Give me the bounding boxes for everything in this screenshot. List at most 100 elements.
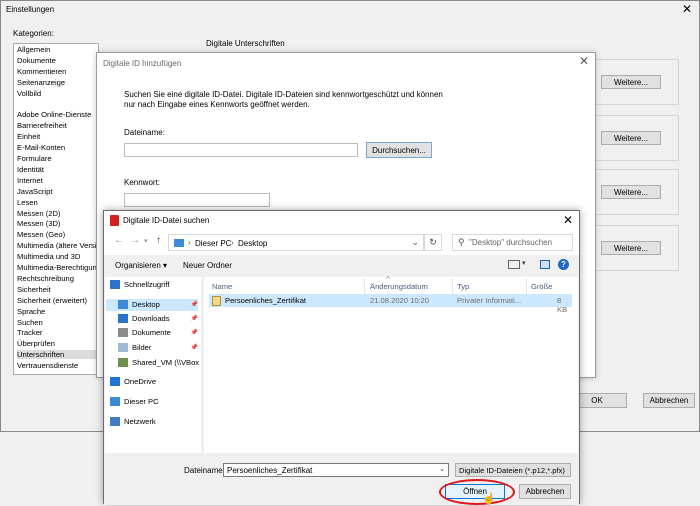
category-item[interactable]: Vollbild <box>17 89 41 98</box>
column-divider[interactable] <box>452 278 453 294</box>
file-open-dialog: Digitale ID-Datei suchen ✕ ← → ▾ ↑ › Die… <box>103 210 580 505</box>
chevron-down-icon[interactable]: ▾ <box>522 259 526 267</box>
search-input[interactable]: ⚲ "Desktop" durchsuchen <box>452 234 573 251</box>
nav-item[interactable]: Downloads <box>118 314 170 323</box>
column-header-type[interactable]: Typ <box>457 282 469 291</box>
category-item[interactable]: Multimedia-Berechtigungen <box>17 263 98 272</box>
nav-item[interactable]: Shared_VM (\\VBox <box>118 358 199 367</box>
category-item[interactable]: Überprüfen <box>17 339 55 348</box>
organize-button[interactable]: Organisieren ▾ <box>115 261 167 270</box>
nav-item[interactable]: Netzwerk <box>110 417 156 426</box>
column-divider[interactable] <box>364 278 365 294</box>
category-item[interactable]: Internet <box>17 176 43 185</box>
nav-item[interactable]: Bilder <box>118 343 151 352</box>
up-icon[interactable]: ↑ <box>156 235 161 246</box>
help-icon[interactable]: ? <box>558 259 569 270</box>
category-item[interactable]: Messen (Geo) <box>17 230 65 239</box>
category-item[interactable]: Sicherheit <box>17 285 51 294</box>
new-folder-button[interactable]: Neuer Ordner <box>183 261 232 270</box>
mouse-cursor-icon: ☝ <box>482 493 496 505</box>
search-icon: ⚲ <box>458 237 465 247</box>
category-item[interactable]: Tracker <box>17 328 42 337</box>
window-title: Einstellungen <box>6 5 55 14</box>
categories-label: Kategorien: <box>13 29 54 38</box>
dialog-title: Digitale ID-Datei suchen <box>123 216 210 225</box>
nav-item[interactable]: OneDrive <box>110 377 156 386</box>
category-item[interactable]: Vertrauensdienste <box>17 361 78 370</box>
category-item[interactable]: Rechtschreibung <box>17 274 74 283</box>
network-icon <box>110 417 120 426</box>
view-options-icon[interactable] <box>508 260 520 269</box>
more-button[interactable]: Weitere... <box>601 241 661 255</box>
category-item[interactable]: Dokumente <box>17 56 56 65</box>
recent-dropdown-icon[interactable]: ▾ <box>144 237 148 245</box>
cancel-button[interactable]: Abbrechen <box>643 393 695 408</box>
file-row[interactable]: Persoenliches_Zertifikat 21.08.2020 10:2… <box>209 294 572 314</box>
more-button[interactable]: Weitere... <box>601 185 661 199</box>
close-icon[interactable]: ✕ <box>563 213 573 227</box>
back-icon[interactable]: ← <box>114 235 124 246</box>
column-header-size[interactable]: Größe <box>531 282 553 291</box>
dialog-footer: Dateiname: Persoenliches_Zertifikat ⌄ Di… <box>104 453 579 505</box>
more-button[interactable]: Weitere... <box>601 75 661 89</box>
browse-button[interactable]: Durchsuchen... <box>366 142 432 158</box>
category-item[interactable]: Suchen <box>17 318 43 327</box>
category-item[interactable]: Adobe Online-Dienste <box>17 110 91 119</box>
address-bar[interactable]: › Dieser PC › Desktop ⌄ <box>168 234 424 251</box>
category-item[interactable]: Sicherheit (erweitert) <box>17 296 87 305</box>
category-item[interactable]: Formulare <box>17 154 52 163</box>
password-input[interactable] <box>124 193 270 207</box>
pin-icon[interactable]: 📌 <box>191 301 198 308</box>
desktop-icon <box>118 300 128 309</box>
nav-item[interactable]: Dieser PC <box>110 397 159 406</box>
pin-icon[interactable]: 📌 <box>191 344 198 351</box>
category-item[interactable]: Sprache <box>17 307 45 316</box>
category-item[interactable]: E-Mail-Konten <box>17 143 65 152</box>
certificate-file-icon <box>212 296 221 306</box>
preview-pane-icon[interactable] <box>540 260 550 269</box>
category-list[interactable]: Allgemein Dokumente Kommentieren Seitenanze… <box>13 43 99 375</box>
category-item[interactable]: Multimedia und 3D <box>17 252 80 261</box>
chevron-down-icon[interactable]: ⌄ <box>439 465 445 473</box>
nav-item[interactable]: Schnellzugriff <box>110 280 169 289</box>
category-item[interactable]: Barrierefreiheit <box>17 121 67 130</box>
refresh-icon[interactable]: ↻ <box>424 234 442 251</box>
computer-icon <box>110 397 120 406</box>
nav-item-label: OneDrive <box>124 377 157 386</box>
dialog-description: Suchen Sie eine digitale ID-Datei. Digit… <box>124 90 443 109</box>
more-button[interactable]: Weitere... <box>601 131 661 145</box>
nav-item-label: Desktop <box>132 300 160 309</box>
category-item[interactable]: Kommentieren <box>17 67 66 76</box>
filename-input[interactable] <box>124 143 358 157</box>
cancel-button[interactable]: Abbrechen <box>519 484 571 499</box>
category-item[interactable]: Lesen <box>17 198 38 207</box>
column-header-name[interactable]: Name <box>212 282 232 291</box>
nav-item[interactable]: Desktop <box>118 300 160 309</box>
category-item[interactable]: JavaScript <box>17 187 52 196</box>
navigation-bar: ← → ▾ ↑ › Dieser PC › Desktop ⌄ ↻ ⚲ "Des… <box>104 231 579 255</box>
category-item[interactable]: Seitenanzeige <box>17 78 65 87</box>
pin-icon[interactable]: 📌 <box>191 329 198 336</box>
column-header-date[interactable]: Änderungsdatum <box>370 282 428 291</box>
pdf-icon <box>110 215 119 226</box>
breadcrumb-desktop[interactable]: Desktop <box>238 239 267 248</box>
category-item[interactable]: Messen (3D) <box>17 219 60 228</box>
close-icon[interactable]: ✕ <box>579 54 589 68</box>
pin-icon[interactable]: 📌 <box>191 315 198 322</box>
breadcrumb-this-pc[interactable]: Dieser PC <box>195 239 231 248</box>
category-item[interactable]: Multimedia (ältere Versionen) <box>17 241 98 250</box>
section-title: Digitale Unterschriften <box>206 39 285 48</box>
category-item[interactable]: Allgemein <box>17 45 50 54</box>
filename-combobox[interactable]: Persoenliches_Zertifikat ⌄ <box>223 463 449 477</box>
filetype-select[interactable]: Digitale ID-Dateien (*.p12,*.pfx) <box>455 463 571 477</box>
forward-icon[interactable]: → <box>130 235 140 246</box>
close-icon[interactable]: ✕ <box>682 2 692 16</box>
category-item[interactable]: Identität <box>17 165 44 174</box>
nav-item-label: Bilder <box>132 343 152 352</box>
nav-item[interactable]: Dokumente <box>118 328 171 337</box>
chevron-down-icon[interactable]: ⌄ <box>411 237 419 248</box>
category-item[interactable]: Unterschriften <box>17 350 97 360</box>
category-item[interactable]: Messen (2D) <box>17 209 60 218</box>
column-divider[interactable] <box>526 278 527 294</box>
category-item[interactable]: Einheit <box>17 132 40 141</box>
